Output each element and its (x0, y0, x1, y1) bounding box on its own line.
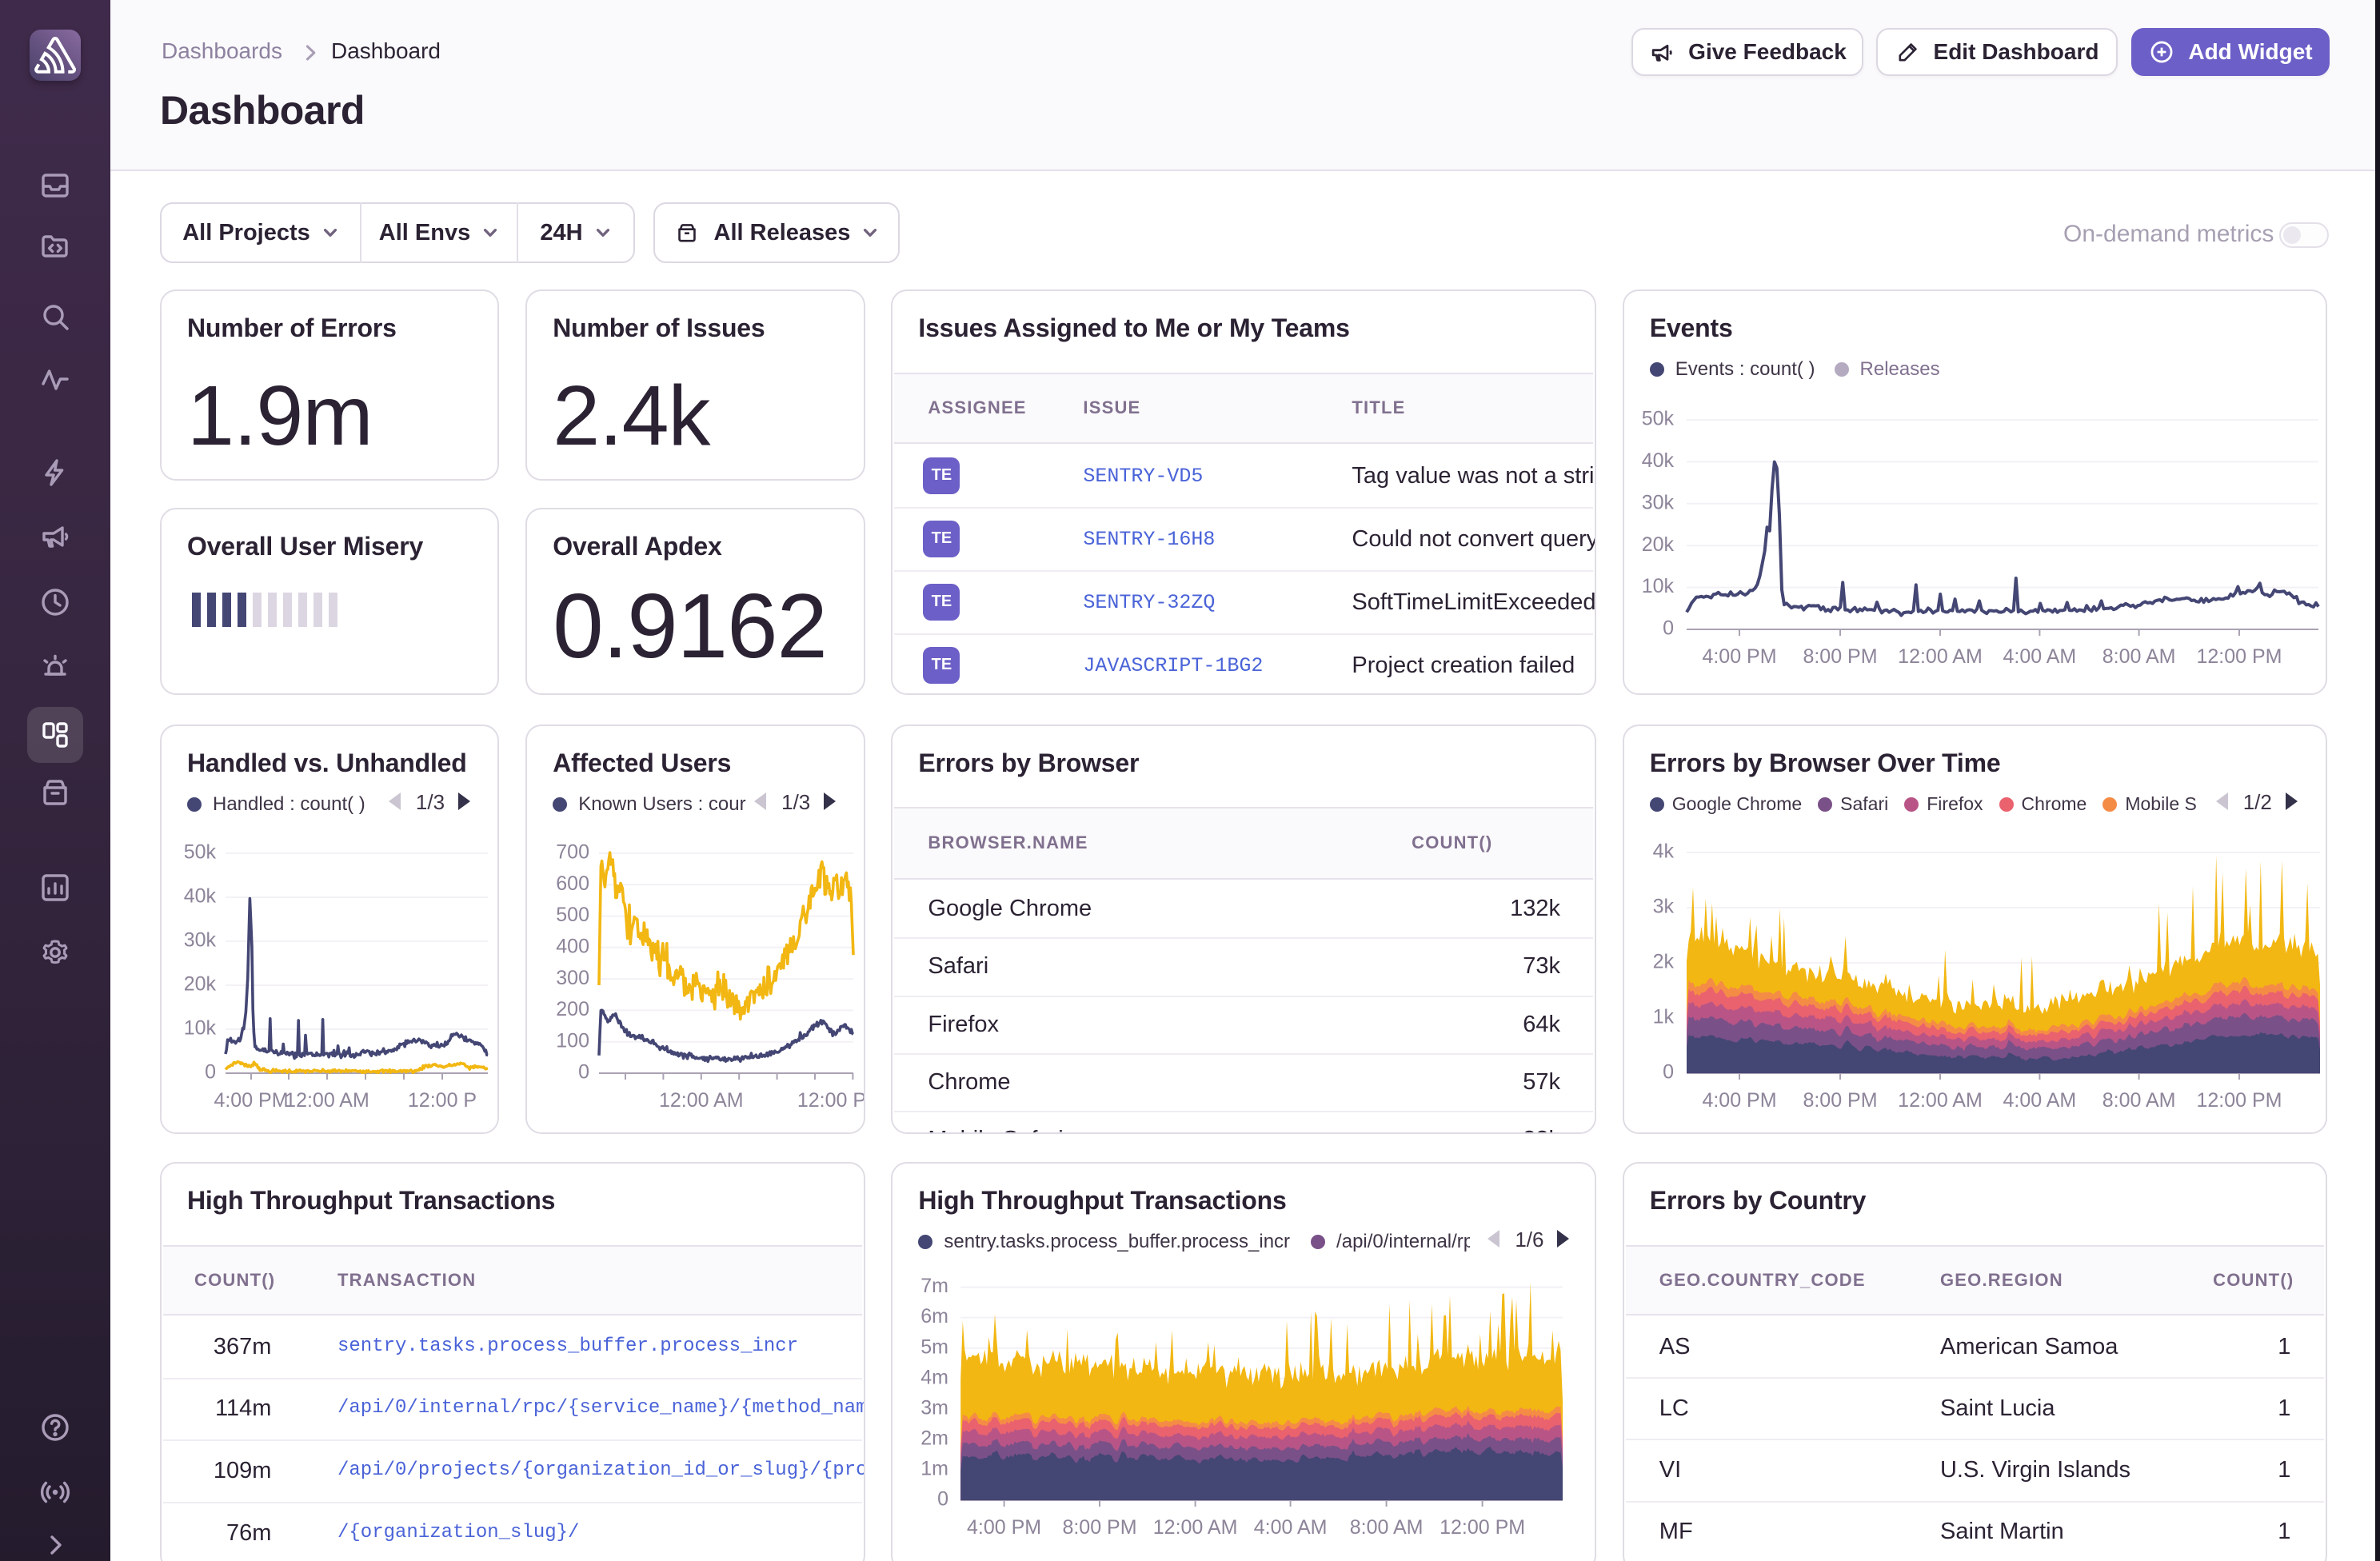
svg-text:8:00 PM: 8:00 PM (1803, 645, 1877, 668)
svg-text:2m: 2m (921, 1427, 949, 1449)
svg-text:1m: 1m (921, 1458, 949, 1480)
svg-text:100: 100 (556, 1029, 589, 1052)
svg-text:200: 200 (556, 998, 589, 1020)
svg-text:8:00 PM: 8:00 PM (1063, 1516, 1137, 1539)
svg-text:700: 700 (556, 841, 589, 864)
svg-text:600: 600 (556, 872, 589, 895)
svg-text:4:00 PM: 4:00 PM (1702, 645, 1776, 668)
svg-text:4:00 PM: 4:00 PM (1702, 1089, 1776, 1112)
svg-text:10k: 10k (184, 1017, 217, 1040)
svg-text:4:00 PM: 4:00 PM (214, 1089, 288, 1112)
svg-text:8:00 AM: 8:00 AM (2102, 1089, 2176, 1112)
svg-text:500: 500 (556, 904, 589, 926)
svg-text:12:00 AM: 12:00 AM (285, 1089, 369, 1112)
svg-text:12:00 PM: 12:00 PM (2196, 645, 2282, 668)
svg-text:8:00 AM: 8:00 AM (2102, 645, 2176, 668)
svg-text:0: 0 (937, 1488, 948, 1511)
svg-text:50k: 50k (184, 841, 217, 864)
svg-text:7m: 7m (921, 1275, 949, 1297)
svg-text:4:00 AM: 4:00 AM (2003, 1089, 2076, 1112)
svg-text:12:00 P: 12:00 P (797, 1089, 865, 1112)
svg-text:20k: 20k (1641, 533, 1674, 556)
svg-text:300: 300 (556, 967, 589, 989)
svg-text:12:00 AM: 12:00 AM (1898, 1089, 1983, 1112)
svg-text:12:00 AM: 12:00 AM (1898, 645, 1983, 668)
svg-text:12:00 PM: 12:00 PM (2196, 1089, 2282, 1112)
svg-text:8:00 AM: 8:00 AM (1350, 1516, 1424, 1539)
svg-text:4k: 4k (1652, 840, 1674, 863)
svg-text:1k: 1k (1652, 1006, 1674, 1028)
svg-text:8:00 PM: 8:00 PM (1803, 1089, 1877, 1112)
svg-text:0: 0 (1663, 1061, 1674, 1084)
svg-text:4:00 AM: 4:00 AM (2003, 645, 2076, 668)
svg-text:20k: 20k (184, 973, 217, 996)
svg-text:4m: 4m (921, 1366, 949, 1388)
svg-text:0: 0 (1663, 617, 1674, 640)
svg-text:5m: 5m (921, 1335, 949, 1358)
svg-text:400: 400 (556, 935, 589, 957)
svg-text:40k: 40k (184, 885, 217, 908)
svg-text:30k: 30k (184, 929, 217, 952)
svg-text:2k: 2k (1652, 951, 1674, 973)
svg-text:40k: 40k (1641, 449, 1674, 472)
svg-text:12:00 AM: 12:00 AM (659, 1089, 744, 1112)
svg-text:3m: 3m (921, 1396, 949, 1419)
svg-text:12:00 AM: 12:00 AM (1153, 1516, 1238, 1539)
svg-text:3k: 3k (1652, 896, 1674, 918)
svg-text:12:00 P: 12:00 P (408, 1089, 477, 1112)
svg-text:4:00 PM: 4:00 PM (967, 1516, 1041, 1539)
svg-text:30k: 30k (1641, 491, 1674, 513)
svg-text:12:00 PM: 12:00 PM (1440, 1516, 1525, 1539)
svg-text:0: 0 (578, 1061, 589, 1084)
svg-text:0: 0 (205, 1061, 216, 1084)
svg-text:50k: 50k (1641, 408, 1674, 430)
svg-text:4:00 AM: 4:00 AM (1254, 1516, 1328, 1539)
svg-text:6m: 6m (921, 1305, 949, 1327)
svg-text:10k: 10k (1641, 575, 1674, 597)
